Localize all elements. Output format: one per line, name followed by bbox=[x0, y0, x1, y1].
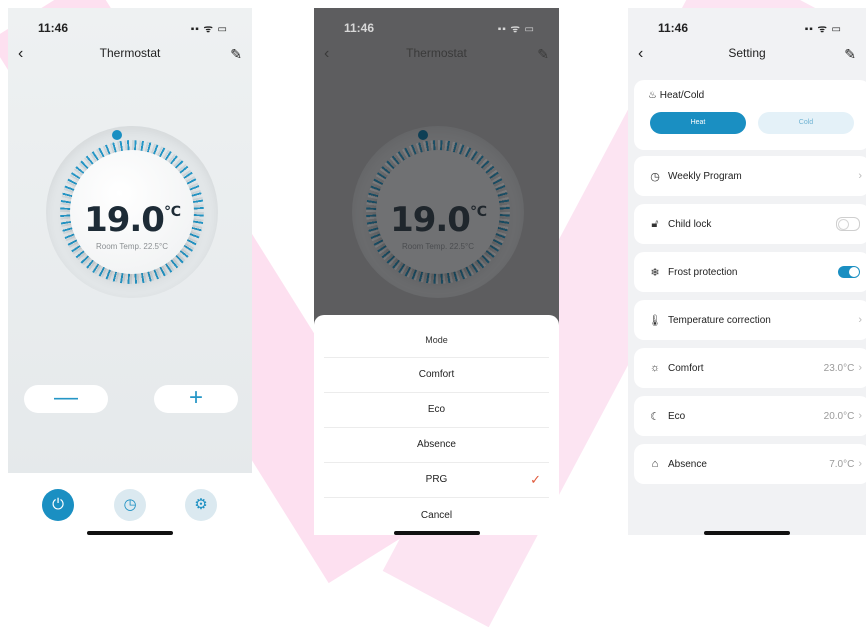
sun-icon: ☼ bbox=[649, 362, 661, 374]
room-temperature: Room Temp. 22.5°C bbox=[402, 242, 474, 251]
back-icon[interactable]: ‹ bbox=[18, 46, 23, 62]
page-title: Setting bbox=[728, 46, 766, 60]
dial-face: 19.0℃ Room Temp. 22.5°C bbox=[376, 150, 500, 274]
child-lock-toggle[interactable] bbox=[836, 217, 860, 231]
setpoint-value: 19.0 bbox=[390, 200, 471, 240]
moon-icon: ☾ bbox=[650, 410, 660, 423]
check-icon: ✓ bbox=[530, 472, 541, 487]
heat-cold-card: ♨ Heat/Cold Heat Cold bbox=[634, 80, 866, 150]
chevron-right-icon: › bbox=[858, 410, 862, 422]
status-icons: ▪▪ ᯤ ▭ bbox=[804, 24, 842, 35]
clock-icon: ◷ bbox=[650, 170, 660, 183]
home-indicator bbox=[393, 531, 480, 535]
eco-value: 20.0°C bbox=[823, 410, 855, 422]
row-label: Weekly Program bbox=[668, 170, 742, 182]
chevron-right-icon: › bbox=[858, 314, 862, 326]
cold-button[interactable]: Cold bbox=[758, 112, 854, 134]
edit-icon[interactable]: ✎ bbox=[537, 46, 549, 63]
status-icons: ▪▪ ᯤ ▭ bbox=[497, 24, 535, 35]
comfort-row[interactable]: ☼ Comfort 23.0°C › bbox=[634, 348, 866, 388]
temperature-dial: 19.0℃ Room Temp. 22.5°C bbox=[352, 126, 524, 298]
heat-button[interactable]: Heat bbox=[650, 112, 746, 134]
mode-option-comfort[interactable]: Comfort bbox=[324, 358, 549, 393]
lock-icon: 🔓︎ bbox=[651, 217, 659, 230]
home-icon: ⌂ bbox=[651, 458, 659, 470]
edit-icon[interactable]: ✎ bbox=[844, 46, 856, 63]
thermometer-icon: 🌡︎ bbox=[648, 314, 662, 327]
frost-protection-toggle[interactable] bbox=[838, 266, 860, 278]
room-temperature: Room Temp. 22.5°C bbox=[96, 242, 168, 251]
cancel-button[interactable]: Cancel bbox=[324, 499, 549, 533]
eco-row[interactable]: ☾ Eco 20.0°C › bbox=[634, 396, 866, 436]
dial-handle bbox=[418, 130, 428, 140]
nav-bar: ‹ Thermostat ✎ bbox=[8, 46, 252, 68]
absence-row[interactable]: ⌂ Absence 7.0°C › bbox=[634, 444, 866, 484]
heat-cold-title: ♨ Heat/Cold bbox=[648, 90, 704, 101]
settings-screen: 11:46 ▪▪ ᯤ ▭ ‹ Setting ✎ ♨ Heat/Cold Hea… bbox=[628, 8, 866, 535]
setpoint-unit: ℃ bbox=[163, 204, 181, 220]
mode-sheet-screen: 11:46 ▪▪ ᯤ ▭ ‹ Thermostat ✎ 19.0℃ Room T… bbox=[314, 8, 559, 535]
chevron-right-icon: › bbox=[858, 362, 862, 374]
row-label: Absence bbox=[668, 458, 707, 470]
mode-option-prg[interactable]: PRG ✓ bbox=[324, 463, 549, 498]
weekly-program-row[interactable]: ◷ Weekly Program › bbox=[634, 156, 866, 196]
child-lock-row: 🔓︎ Child lock bbox=[634, 204, 866, 244]
status-bar: 11:46 ▪▪ ᯤ ▭ bbox=[8, 21, 252, 37]
thermostat-screen: 11:46 ▪▪ ᯤ ▭ ‹ Thermostat ✎ 19.0℃ Room T… bbox=[8, 8, 252, 535]
status-time: 11:46 bbox=[658, 21, 689, 35]
row-label: Comfort bbox=[668, 362, 704, 374]
status-icons: ▪▪ ᯤ ▭ bbox=[190, 24, 228, 35]
snowflake-icon: ❄ bbox=[650, 266, 660, 279]
row-label: Frost protection bbox=[668, 266, 738, 278]
temperature-correction-row[interactable]: 🌡︎ Temperature correction › bbox=[634, 300, 866, 340]
mode-option-label: PRG bbox=[425, 474, 448, 485]
heat-icon: ♨ bbox=[648, 90, 657, 101]
status-time: 11:46 bbox=[38, 21, 69, 35]
bottom-bar: ⏻ ◷ ⚙ bbox=[8, 473, 252, 535]
status-bar: 11:46 ▪▪ ᯤ ▭ bbox=[628, 21, 866, 37]
power-icon[interactable]: ⏻ bbox=[42, 489, 74, 521]
dial-face: 19.0℃ Room Temp. 22.5°C bbox=[70, 150, 194, 274]
row-label: Child lock bbox=[668, 218, 712, 230]
edit-icon[interactable]: ✎ bbox=[230, 46, 242, 63]
setpoint-display: 19.0℃ bbox=[376, 200, 500, 240]
chevron-right-icon: › bbox=[858, 170, 862, 182]
nav-bar: ‹ Setting ✎ bbox=[628, 46, 866, 68]
heat-cold-label: Heat/Cold bbox=[659, 90, 705, 101]
home-indicator bbox=[704, 531, 790, 535]
status-bar: 11:46 ▪▪ ᯤ ▭ bbox=[314, 21, 559, 37]
setpoint-display: 19.0℃ bbox=[70, 200, 194, 240]
sheet-title: Mode bbox=[324, 323, 549, 358]
mode-sheet: Mode Comfort Eco Absence PRG ✓ Cancel bbox=[314, 315, 559, 535]
chevron-right-icon: › bbox=[858, 458, 862, 470]
increase-button[interactable]: + bbox=[154, 385, 238, 413]
back-icon[interactable]: ‹ bbox=[324, 46, 329, 62]
temperature-dial[interactable]: 19.0℃ Room Temp. 22.5°C bbox=[46, 126, 218, 298]
back-icon[interactable]: ‹ bbox=[638, 46, 643, 62]
setpoint-value: 19.0 bbox=[84, 200, 165, 240]
toggle-knob bbox=[849, 267, 859, 277]
page-title: Thermostat bbox=[99, 46, 161, 60]
status-time: 11:46 bbox=[344, 21, 375, 35]
toggle-knob bbox=[838, 219, 849, 230]
page-title: Thermostat bbox=[406, 46, 467, 60]
mode-option-eco[interactable]: Eco bbox=[324, 393, 549, 428]
row-label: Temperature correction bbox=[668, 314, 771, 326]
mode-option-absence[interactable]: Absence bbox=[324, 428, 549, 463]
frost-protection-row: ❄ Frost protection bbox=[634, 252, 866, 292]
setpoint-unit: ℃ bbox=[469, 204, 487, 220]
dial-handle[interactable] bbox=[112, 130, 122, 140]
absence-value: 7.0°C bbox=[829, 458, 855, 470]
decrease-button[interactable]: — bbox=[24, 385, 108, 413]
nav-bar: ‹ Thermostat ✎ bbox=[314, 46, 559, 68]
comfort-value: 23.0°C bbox=[823, 362, 855, 374]
home-indicator bbox=[87, 531, 173, 535]
clock-icon[interactable]: ◷ bbox=[114, 489, 146, 521]
row-label: Eco bbox=[668, 410, 686, 422]
gear-icon[interactable]: ⚙ bbox=[185, 489, 217, 521]
